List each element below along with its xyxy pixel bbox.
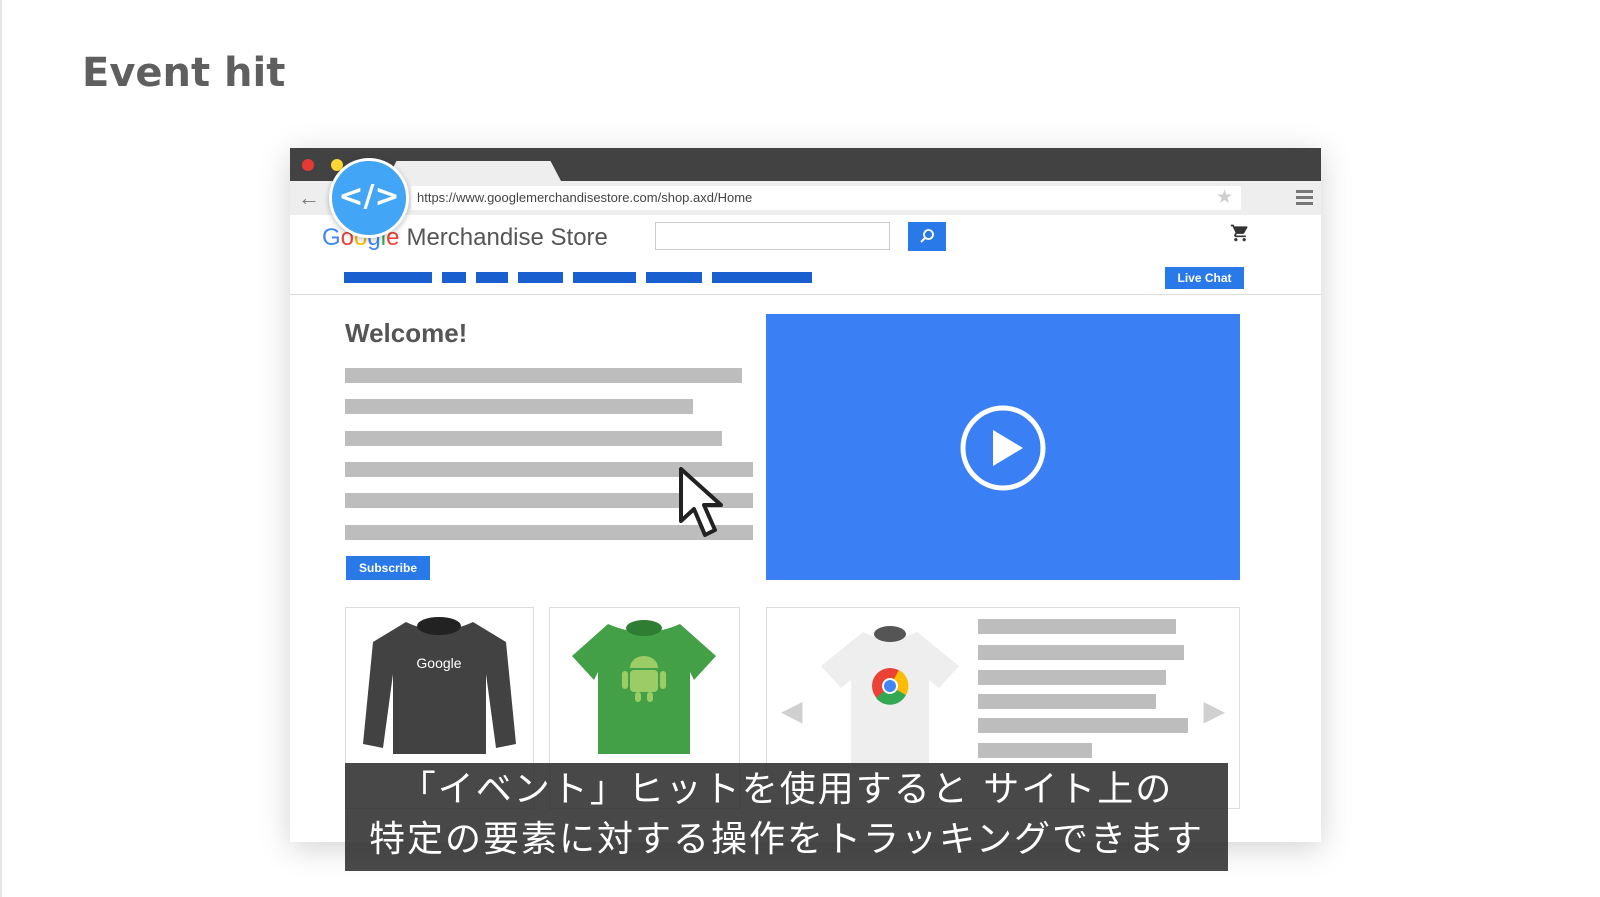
- nav-item[interactable]: [573, 272, 636, 283]
- header-divider: [290, 294, 1321, 295]
- text-placeholder-line: [978, 743, 1092, 758]
- mouse-cursor-icon: [679, 467, 723, 537]
- url-bar[interactable]: https://www.googlemerchandisestore.com/s…: [411, 186, 1241, 210]
- slide-edge: [0, 0, 2, 897]
- menu-icon[interactable]: [1296, 190, 1313, 206]
- search-button[interactable]: [908, 222, 946, 251]
- text-placeholder-line: [978, 718, 1188, 733]
- browser-tab[interactable]: [386, 161, 561, 181]
- nav-item[interactable]: [646, 272, 702, 283]
- store-name: Merchandise Store: [406, 224, 608, 251]
- nav-item[interactable]: [476, 272, 508, 283]
- cart-icon[interactable]: [1230, 223, 1250, 249]
- browser-window: ← https://www.googlemerchandisestore.com…: [290, 148, 1321, 842]
- back-arrow-icon[interactable]: ←: [298, 185, 320, 211]
- text-placeholder-line: [345, 399, 693, 414]
- text-placeholder-line: [345, 368, 742, 383]
- nav-item[interactable]: [442, 272, 466, 283]
- subtitle-line-1: 「イベント」ヒットを使用すると サイト上の: [399, 769, 1174, 810]
- text-placeholder-line: [978, 619, 1176, 634]
- text-placeholder-line: [978, 694, 1156, 709]
- text-placeholder-line: [345, 431, 722, 446]
- tshirt-print-text: Google: [416, 655, 461, 671]
- subscribe-button[interactable]: Subscribe: [346, 556, 430, 580]
- carousel-next-icon[interactable]: ▶: [1203, 694, 1225, 727]
- subtitle-line-2: 特定の要素に対する操作をトラッキングできます: [369, 819, 1204, 860]
- video-subtitles: 「イベント」ヒットを使用すると サイト上の 特定の要素に対する操作をトラッキング…: [345, 763, 1228, 871]
- chrome-tshirt-image: [821, 626, 959, 766]
- browser-titlebar: [290, 148, 1321, 181]
- close-window-dot[interactable]: [302, 159, 314, 171]
- live-chat-button[interactable]: Live Chat: [1165, 267, 1244, 289]
- slide-title: Event hit: [82, 50, 286, 96]
- search-input[interactable]: [655, 222, 890, 250]
- nav-item[interactable]: [518, 272, 563, 283]
- star-icon[interactable]: ★: [1216, 187, 1233, 209]
- welcome-heading: Welcome!: [345, 318, 468, 348]
- browser-toolbar: ← https://www.googlemerchandisestore.com…: [290, 181, 1321, 215]
- nav-item[interactable]: [712, 272, 812, 283]
- url-text: https://www.googlemerchandisestore.com/s…: [417, 190, 753, 205]
- text-placeholder-line: [978, 645, 1184, 660]
- play-icon[interactable]: [959, 404, 1047, 492]
- nav-item[interactable]: [344, 272, 432, 283]
- code-icon: </>: [329, 158, 409, 238]
- text-placeholder-line: [978, 670, 1166, 685]
- carousel-prev-icon[interactable]: ◀: [781, 694, 803, 727]
- search-icon: [920, 229, 934, 243]
- longsleeve-tshirt-image: Google: [363, 617, 516, 754]
- android-tshirt-image: [572, 620, 716, 754]
- video-player[interactable]: [766, 314, 1240, 580]
